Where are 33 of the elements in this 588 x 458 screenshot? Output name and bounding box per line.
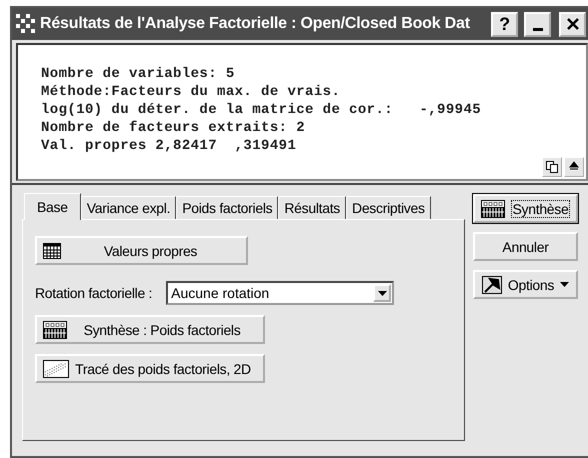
rotation-label: Rotation factorielle : (35, 285, 152, 301)
minimize-button[interactable] (524, 12, 552, 36)
copy-button[interactable] (542, 157, 562, 177)
output-line: log(10) du déter. de la matrice de cor.: -,99945 (41, 101, 482, 119)
eigenvalues-button[interactable]: Valeurs propres (35, 236, 248, 265)
output-line: Nombre de facteurs extraits: 2 (41, 119, 306, 137)
side-button[interactable]: Synthèse (473, 194, 578, 223)
summary-button[interactable]: Synthèse : Poids factoriels (35, 315, 265, 344)
side-button[interactable]: Options (473, 270, 578, 299)
tab[interactable]: Variance expl. (80, 196, 176, 219)
hammer-icon (482, 276, 502, 294)
tab[interactable]: Poids factoriels (176, 196, 278, 219)
grid-icon (43, 320, 67, 338)
grid-icon (480, 200, 504, 218)
plot-button[interactable]: Tracé des poids factoriels, 2D (35, 354, 265, 383)
close-icon (566, 17, 580, 31)
tab[interactable]: Résultats (278, 196, 346, 219)
output-line: Nombre de variables: 5 (41, 65, 236, 83)
scatter-plot-icon (43, 360, 69, 378)
close-button[interactable] (559, 12, 586, 36)
tab[interactable]: Base (24, 193, 81, 220)
help-button[interactable]: ? (491, 12, 518, 36)
rotation-dropdown[interactable]: Aucune rotation (166, 281, 394, 305)
window-title: Résultats de l'Analyse Factorielle : Open/Closed Book Dat (40, 15, 471, 33)
app-icon (16, 14, 36, 34)
output-line: Val. propres 2,82417 ,319491 (41, 137, 298, 155)
table-icon (43, 242, 61, 258)
copy-icon (546, 161, 558, 173)
output-line: Méthode:Facteurs du max. de vrais. (41, 83, 342, 101)
scroll-up-button[interactable] (564, 157, 584, 177)
side-button[interactable]: Annuler (473, 232, 578, 261)
caret-icon (378, 290, 387, 296)
tab[interactable]: Descriptives (346, 196, 431, 219)
